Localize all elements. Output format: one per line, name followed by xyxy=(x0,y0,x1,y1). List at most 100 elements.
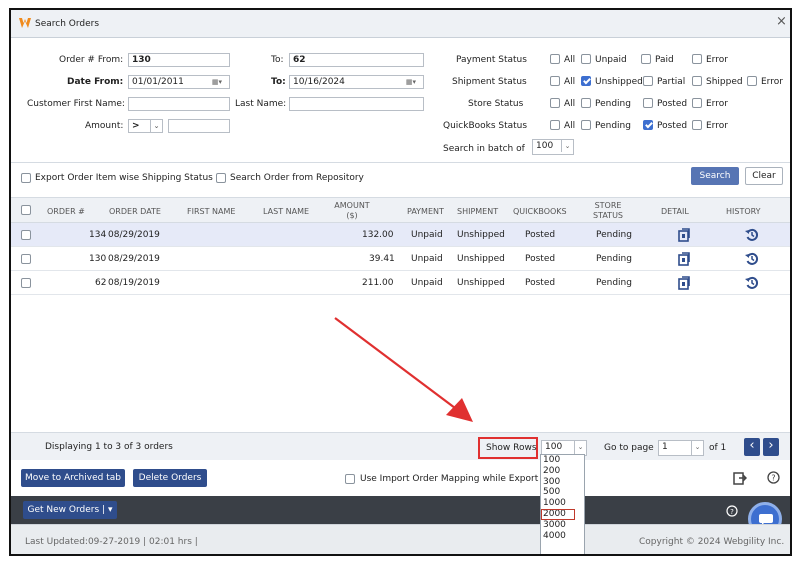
col-history: HISTORY xyxy=(726,207,761,216)
status-bar: Last Updated:09-27-2019 | 02:01 hrs | Co… xyxy=(11,524,790,554)
store-all-label: All xyxy=(564,99,576,109)
date-from-label: Date From: xyxy=(67,77,124,87)
col-shipment[interactable]: SHIPMENT xyxy=(457,207,498,216)
order-to-input[interactable]: 62 xyxy=(289,53,424,67)
calendar-icon[interactable]: ▦▾ xyxy=(401,76,421,88)
history-icon[interactable] xyxy=(745,252,759,266)
detail-icon[interactable] xyxy=(678,276,690,290)
col-amount-unit: ($) xyxy=(346,211,358,220)
quickbooks-status-label: QuickBooks Status xyxy=(443,121,528,131)
store-all-checkbox[interactable] xyxy=(550,98,560,108)
qb-error-checkbox[interactable] xyxy=(692,120,702,130)
batch-select[interactable]: 100 ⌄ xyxy=(532,139,574,155)
close-icon[interactable]: × xyxy=(776,15,787,28)
store-posted-checkbox[interactable] xyxy=(643,98,653,108)
date-to-input[interactable]: 10/16/2024 ▦▾ xyxy=(289,75,424,89)
date-from-value: 01/01/2011 xyxy=(132,77,184,87)
history-icon[interactable] xyxy=(745,276,759,290)
import-mapping-checkbox[interactable] xyxy=(345,474,355,484)
order-number[interactable]: 130 xyxy=(89,247,106,271)
shipment-error-checkbox[interactable] xyxy=(747,76,757,86)
clear-button[interactable]: Clear xyxy=(745,167,783,185)
qb-all-label: All xyxy=(564,121,576,131)
shipment-unshipped-checkbox[interactable] xyxy=(581,76,591,86)
export-icon[interactable] xyxy=(733,471,747,485)
payment: Unpaid xyxy=(411,254,443,264)
order-number[interactable]: 134 xyxy=(89,223,106,247)
next-page-button[interactable]: › xyxy=(763,438,779,456)
search-button[interactable]: Search xyxy=(691,167,739,185)
help-icon[interactable]: ? xyxy=(726,505,738,517)
history-icon[interactable] xyxy=(745,228,759,242)
rows-option[interactable]: 300 xyxy=(541,477,584,488)
store-error-checkbox[interactable] xyxy=(692,98,702,108)
payment-all-checkbox[interactable] xyxy=(550,54,560,64)
table-row[interactable]: 134 08/29/2019 132.00 Unpaid Unshipped P… xyxy=(11,223,790,247)
rows-option[interactable]: 1000 xyxy=(541,498,584,509)
order-from-input[interactable]: 130 xyxy=(128,53,230,67)
get-new-orders-button[interactable]: Get New Orders | ▾ xyxy=(23,501,117,519)
delete-orders-button[interactable]: Delete Orders xyxy=(133,469,207,487)
amount-input[interactable] xyxy=(168,119,230,133)
row-checkbox[interactable] xyxy=(21,230,31,240)
qb-posted-checkbox[interactable] xyxy=(643,120,653,130)
payment-unpaid-checkbox[interactable] xyxy=(581,54,591,64)
col-quickbooks[interactable]: QUICKBOOKS xyxy=(513,207,567,216)
chevron-down-icon: ⌄ xyxy=(574,441,586,455)
store-status: Pending xyxy=(596,254,632,264)
rows-option[interactable]: 4000 xyxy=(541,531,584,542)
col-store[interactable]: STORE xyxy=(589,201,627,210)
rows-option[interactable]: 3000 xyxy=(541,520,584,531)
show-rows-value: 100 xyxy=(545,442,563,452)
amount-operator-select[interactable]: > ⌄ xyxy=(128,119,163,133)
shipment-partial-checkbox[interactable] xyxy=(643,76,653,86)
shipment-all-checkbox[interactable] xyxy=(550,76,560,86)
import-mapping-label: Use Import Order Mapping while Export xyxy=(360,474,539,484)
last-name-input[interactable] xyxy=(289,97,424,111)
table-row[interactable]: 130 08/29/2019 39.41 Unpaid Unshipped Po… xyxy=(11,247,790,271)
store-status: Pending xyxy=(596,278,632,288)
shipment-shipped-label: Shipped xyxy=(706,77,743,87)
col-payment[interactable]: PAYMENT xyxy=(407,207,444,216)
shipment-all-label: All xyxy=(564,77,576,87)
first-name-input[interactable] xyxy=(128,97,230,111)
col-first-name[interactable]: FIRST NAME xyxy=(187,207,235,216)
select-all-checkbox[interactable] xyxy=(21,205,31,215)
shipment: Unshipped xyxy=(457,278,505,288)
store-pending-checkbox[interactable] xyxy=(581,98,591,108)
order-number[interactable]: 62 xyxy=(95,271,106,295)
repository-checkbox[interactable] xyxy=(216,173,226,183)
prev-page-button[interactable]: ‹ xyxy=(744,438,760,456)
help-icon[interactable]: ? xyxy=(767,471,780,484)
last-updated-text: Last Updated:09-27-2019 | 02:01 hrs | xyxy=(25,537,198,547)
col-amount[interactable]: AMOUNT xyxy=(334,201,370,210)
date-from-input[interactable]: 01/01/2011 ▦▾ xyxy=(128,75,230,89)
export-shipping-checkbox[interactable] xyxy=(21,173,31,183)
amount-operator-value: > xyxy=(132,121,140,131)
date-to-value: 10/16/2024 xyxy=(293,77,345,87)
annotation-arrow-icon xyxy=(334,317,473,422)
col-last-name[interactable]: LAST NAME xyxy=(263,207,309,216)
go-to-page-label: Go to page xyxy=(604,443,654,453)
table-row[interactable]: 62 08/19/2019 211.00 Unpaid Unshipped Po… xyxy=(11,271,790,295)
calendar-icon[interactable]: ▦▾ xyxy=(207,76,227,88)
qb-error-label: Error xyxy=(706,121,728,131)
move-to-archived-button[interactable]: Move to Archived tab xyxy=(21,469,125,487)
row-checkbox[interactable] xyxy=(21,278,31,288)
rows-option[interactable]: 2000 xyxy=(541,508,575,520)
payment-error-checkbox[interactable] xyxy=(692,54,702,64)
payment-paid-checkbox[interactable] xyxy=(641,54,651,64)
rows-option[interactable]: 500 xyxy=(541,487,584,498)
col-order-date[interactable]: ORDER DATE xyxy=(109,207,161,216)
rows-option[interactable]: 100 xyxy=(541,455,584,466)
row-checkbox[interactable] xyxy=(21,254,31,264)
shipment-shipped-checkbox[interactable] xyxy=(692,76,702,86)
detail-icon[interactable] xyxy=(678,252,690,266)
col-order[interactable]: ORDER # xyxy=(47,207,85,216)
page-select[interactable]: 1 ⌄ xyxy=(658,440,704,456)
detail-icon[interactable] xyxy=(678,228,690,242)
rows-option[interactable]: 200 xyxy=(541,466,584,477)
shipment-error-label: Error xyxy=(761,77,783,87)
qb-all-checkbox[interactable] xyxy=(550,120,560,130)
qb-pending-checkbox[interactable] xyxy=(581,120,591,130)
